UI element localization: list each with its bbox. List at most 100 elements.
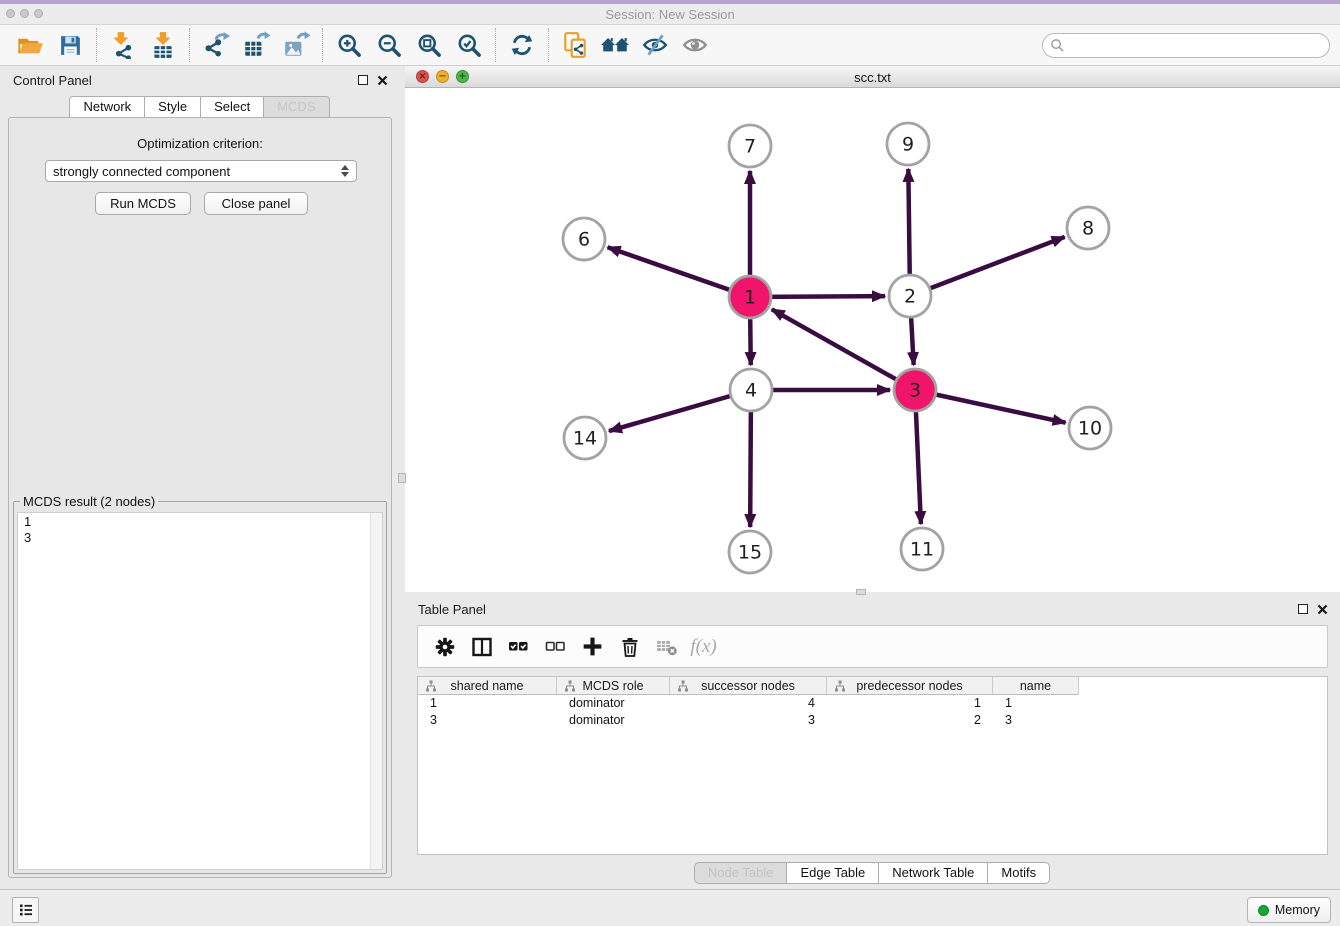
graph-edge-3-1[interactable] [772,309,915,390]
tab-network-table[interactable]: Network Table [878,862,988,884]
tab-network[interactable]: Network [69,96,145,118]
cell-successor-nodes: 3 [670,712,827,729]
zoom-out-button[interactable] [369,27,409,63]
close-panel-button[interactable]: Close panel [204,192,308,215]
zoom-in-icon [336,32,363,59]
delete-column-button[interactable] [611,630,648,664]
column-header-successor-nodes[interactable]: successor nodes [670,677,827,695]
close-panel-icon[interactable] [377,75,388,86]
zoom-fit-button[interactable] [409,27,449,63]
graph-edge-3-10[interactable] [915,390,1066,423]
toolbar-separator [548,28,549,62]
clone-network-button[interactable] [555,27,595,63]
tab-node-table[interactable]: Node Table [694,862,788,884]
network-view-window: × − + scc.txt 7968124314101511 [405,66,1340,592]
tab-mcds[interactable]: MCDS [263,96,329,118]
add-column-button[interactable] [574,630,611,664]
network-window-title: scc.txt [405,70,1340,85]
network-window-titlebar[interactable]: × − + scc.txt [405,66,1340,88]
graph-node-label: 1 [744,287,756,309]
show-columns-button[interactable] [463,630,500,664]
graph-node-label: 6 [578,229,590,251]
tab-edge-table[interactable]: Edge Table [786,862,879,884]
export-image-button[interactable] [276,27,316,63]
select-all-icon [506,634,531,659]
search-icon [1050,38,1065,53]
graph-edge-1-6[interactable] [608,247,750,297]
float-panel-icon[interactable] [1298,604,1308,614]
deselect-all-button[interactable] [537,630,574,664]
trash-icon [618,635,642,659]
graph-node-label: 4 [745,380,757,402]
houses-icon [600,31,630,59]
eye-icon [681,31,709,59]
table-header-row: shared name MCDS role successor nodes pr… [418,677,1327,695]
toolbar-separator [96,28,97,62]
table-row[interactable]: 1 dominator 4 1 1 [418,695,1327,712]
toolbar-separator [495,28,496,62]
refresh-button[interactable] [502,27,542,63]
open-session-button[interactable] [10,27,50,63]
float-panel-icon[interactable] [358,75,368,85]
refresh-icon [509,32,535,58]
column-label: shared name [451,679,524,693]
task-history-button[interactable] [12,897,39,923]
result-scrollbar[interactable] [370,513,382,869]
show-panels-button[interactable] [675,27,715,63]
zoom-selected-button[interactable] [449,27,489,63]
eye-slash-icon [641,31,669,59]
column-header-name[interactable]: name [993,677,1079,695]
hierarchy-icon [564,680,576,692]
export-table-icon [242,31,270,59]
network-graph[interactable]: 7968124314101511 [405,88,1340,592]
select-arrows-icon [341,165,349,177]
search-input[interactable] [1042,33,1330,58]
memory-label: Memory [1275,903,1320,917]
cell-mcds-role: dominator [557,695,670,712]
cell-predecessor-nodes: 1 [827,695,993,712]
delete-table-button[interactable] [648,630,685,664]
function-builder-button[interactable]: f(x) [685,630,722,664]
graph-node-label: 9 [902,134,914,156]
network-canvas[interactable]: 7968124314101511 [405,88,1340,592]
column-label: MCDS role [582,679,643,693]
graph-node-label: 14 [573,428,597,450]
cell-successor-nodes: 4 [670,695,827,712]
tab-select[interactable]: Select [200,96,264,118]
close-panel-icon[interactable] [1317,604,1328,615]
hide-panels-button[interactable] [635,27,675,63]
zoom-in-button[interactable] [329,27,369,63]
mcds-result-textarea[interactable]: 1 3 [17,512,383,870]
mcds-tab-panel: Optimization criterion: strongly connect… [8,117,392,878]
toolbar-separator [322,28,323,62]
column-header-predecessor-nodes[interactable]: predecessor nodes [827,677,993,695]
graph-node-label: 7 [744,136,756,158]
mcds-result-group: MCDS result (2 nodes) 1 3 [13,494,387,874]
column-header-mcds-role[interactable]: MCDS role [557,677,670,695]
memory-status-icon [1258,905,1269,916]
window-title: Session: New Session [0,7,1340,22]
table-settings-button[interactable] [426,630,463,664]
tab-style[interactable]: Style [144,96,201,118]
export-table-button[interactable] [236,27,276,63]
import-network-button[interactable] [103,27,143,63]
optimization-criterion-select[interactable]: strongly connected component [45,160,357,182]
deselect-all-icon [543,634,568,659]
home-view-button[interactable] [595,27,635,63]
tab-motifs[interactable]: Motifs [987,862,1050,884]
table-row[interactable]: 3 dominator 3 2 3 [418,712,1327,729]
memory-button[interactable]: Memory [1247,897,1331,923]
column-header-shared-name[interactable]: shared name [418,677,557,695]
run-mcds-button[interactable]: Run MCDS [95,192,191,215]
import-network-icon [109,31,137,59]
export-network-button[interactable] [196,27,236,63]
control-panel-tabs: Network Style Select MCDS [0,96,400,118]
select-all-button[interactable] [500,630,537,664]
column-label: predecessor nodes [856,679,962,693]
vertical-splitter-handle[interactable] [398,473,406,483]
import-table-button[interactable] [143,27,183,63]
table-panel-title: Table Panel [418,602,486,617]
optimization-criterion-label: Optimization criterion: [9,136,391,151]
save-session-button[interactable] [50,27,90,63]
graph-edge-2-8[interactable] [910,237,1065,296]
